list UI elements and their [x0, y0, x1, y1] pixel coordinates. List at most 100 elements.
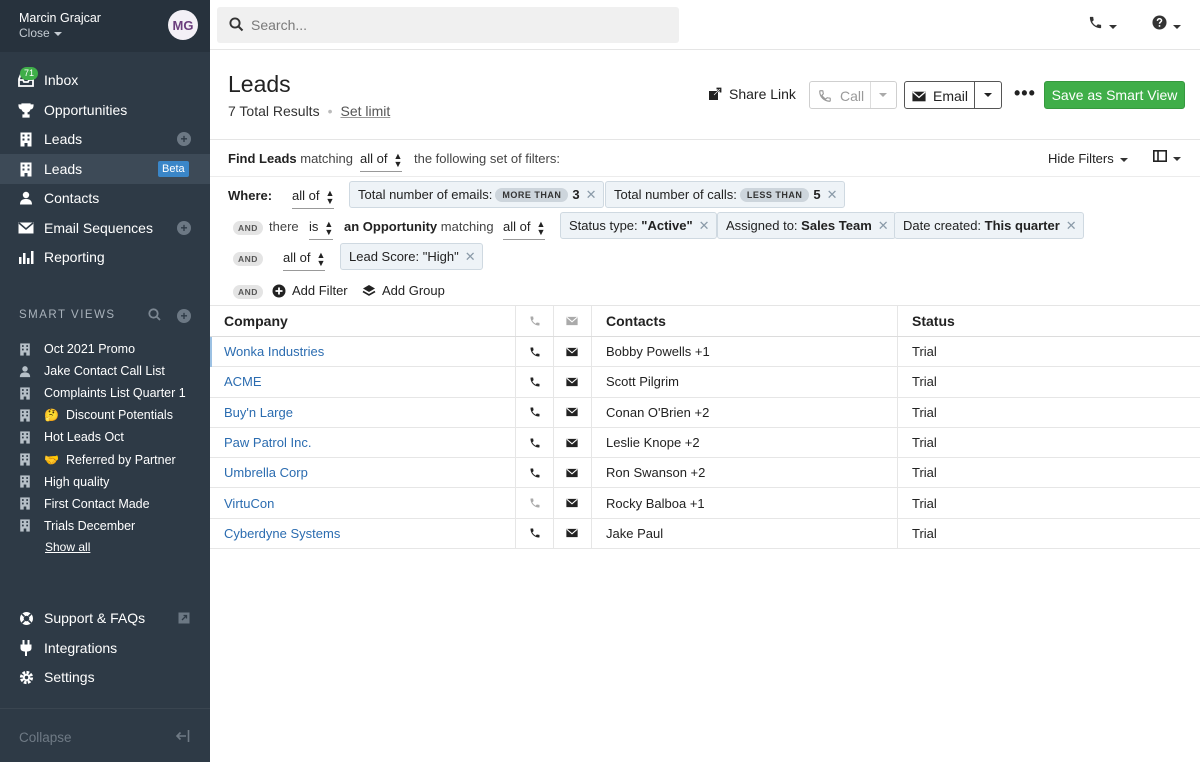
collapse-arrow-icon[interactable] [175, 729, 190, 746]
more-options-icon[interactable]: ••• [1014, 84, 1036, 102]
smart-view-item[interactable]: Complaints List Quarter 1 [19, 382, 204, 404]
company-link[interactable]: Buy'n Large [224, 405, 293, 420]
call-dropdown-caret-icon[interactable] [879, 93, 887, 97]
sidebar-item-label: Inbox [44, 72, 79, 88]
table-row[interactable]: Paw Patrol Inc. Leslie Knope +2 Trial [210, 427, 1200, 459]
company-link[interactable]: Umbrella Corp [224, 465, 308, 480]
add-group-button[interactable]: Add Group [362, 283, 445, 298]
filter-chip-assigned-to[interactable]: Assigned to: Sales Team ✕ [717, 212, 896, 239]
filter-chip-date-created[interactable]: Date created: This quarter ✕ [894, 212, 1084, 239]
smart-view-item[interactable]: 🤝 Referred by Partner [19, 449, 204, 471]
sidebar-item-leads[interactable]: Leads + [0, 124, 210, 154]
where-match-select[interactable]: all of ▲ ▼ [292, 187, 335, 209]
smart-view-item[interactable]: Jake Contact Call List [19, 360, 204, 382]
column-header-status[interactable]: Status [912, 306, 1192, 336]
smart-view-item[interactable]: 🤔 Discount Potentials [19, 404, 204, 426]
building-icon [20, 387, 30, 400]
call-lead-button[interactable] [516, 519, 554, 548]
filter-chip-calls[interactable]: Total number of calls: LESS THAN 5 ✕ [605, 181, 845, 208]
sidebar-item-contacts[interactable]: Contacts [0, 183, 210, 213]
call-lead-button[interactable] [516, 428, 554, 457]
company-link[interactable]: Cyberdyne Systems [224, 526, 340, 541]
set-limit-link[interactable]: Set limit [340, 103, 390, 119]
sidebar-item-reporting[interactable]: Reporting [0, 242, 210, 272]
email-lead-button[interactable] [553, 398, 591, 427]
email-lead-button[interactable] [553, 458, 591, 487]
remove-filter-icon[interactable]: ✕ [699, 218, 710, 234]
search-input[interactable] [251, 7, 671, 43]
email-lead-button[interactable] [553, 428, 591, 457]
email-dropdown-caret-icon[interactable] [984, 93, 992, 97]
collapse-sidebar-button[interactable]: Collapse [19, 730, 72, 745]
column-header-company[interactable]: Company [224, 306, 514, 336]
email-lead-button[interactable] [553, 519, 591, 548]
sidebar-item-email-sequences[interactable]: Email Sequences + [0, 213, 210, 243]
call-lead-button[interactable] [516, 337, 554, 366]
search-box[interactable] [217, 7, 679, 43]
company-link[interactable]: Wonka Industries [224, 344, 324, 359]
add-filter-button[interactable]: Add Filter [272, 283, 348, 298]
match-mode-select[interactable]: all of ▲ ▼ [360, 151, 403, 172]
table-row[interactable]: VirtuCon Rocky Balboa +1 Trial [210, 488, 1200, 519]
opportunity-match-select[interactable]: all of ▲ ▼ [503, 219, 546, 240]
company-link[interactable]: VirtuCon [224, 496, 274, 511]
email-button[interactable]: Email [904, 81, 1002, 109]
sidebar-item-settings[interactable]: Settings [0, 662, 210, 692]
remove-filter-icon[interactable]: ✕ [878, 218, 889, 234]
sidebar-item-integrations[interactable]: Integrations [0, 633, 210, 663]
where-label: Where: [228, 188, 273, 203]
email-lead-button[interactable] [553, 488, 591, 517]
smart-view-item[interactable]: Trials December [19, 515, 204, 537]
column-layout-toggle[interactable] [1153, 150, 1181, 165]
column-header-email[interactable] [553, 306, 591, 336]
filter-chip-lead-score[interactable]: Lead Score: "High" ✕ [340, 243, 483, 270]
sidebar-item-support[interactable]: Support & FAQs [0, 603, 210, 633]
table-row[interactable]: Cyberdyne Systems Jake Paul Trial [210, 518, 1200, 550]
add-sequence-plus-icon[interactable]: + [177, 221, 191, 235]
remove-filter-icon[interactable]: ✕ [586, 187, 597, 203]
help-menu[interactable] [1152, 15, 1181, 33]
table-row[interactable]: Buy'n Large Conan O'Brien +2 Trial [210, 397, 1200, 428]
smart-view-item[interactable]: High quality [19, 471, 204, 493]
hide-filters-button[interactable]: Hide Filters [1048, 151, 1128, 166]
org-switcher[interactable]: Close [19, 26, 62, 40]
search-smart-views-icon[interactable] [148, 308, 161, 324]
call-lead-button[interactable] [516, 367, 554, 396]
table-row[interactable]: Wonka Industries Bobby Powells +1 Trial [210, 337, 1200, 368]
is-select[interactable]: is ▲ ▼ [309, 219, 334, 240]
smart-view-item[interactable]: Oct 2021 Promo [19, 338, 204, 360]
email-lead-button[interactable] [553, 337, 591, 366]
add-smart-view-plus-icon[interactable]: + [177, 309, 191, 323]
company-cell: Buy'n Large [224, 398, 514, 427]
group-match-select[interactable]: all of ▲ ▼ [283, 250, 326, 271]
share-link-button[interactable]: Share Link [708, 86, 796, 102]
smart-view-item[interactable]: First Contact Made [19, 493, 204, 515]
sort-updown-icon: ▲ ▼ [325, 187, 335, 206]
filter-chip-emails[interactable]: Total number of emails: MORE THAN 3 ✕ [349, 181, 604, 208]
call-button[interactable]: Call [809, 81, 897, 109]
company-link[interactable]: Paw Patrol Inc. [224, 435, 311, 450]
email-lead-button[interactable] [553, 367, 591, 396]
column-header-contacts[interactable]: Contacts [606, 306, 896, 336]
company-link[interactable]: ACME [224, 374, 262, 389]
phone-menu[interactable] [1088, 15, 1117, 33]
table-row[interactable]: ACME Scott Pilgrim Trial [210, 367, 1200, 398]
remove-filter-icon[interactable]: ✕ [465, 249, 476, 265]
table-row[interactable]: Umbrella Corp Ron Swanson +2 Trial [210, 458, 1200, 489]
filter-chip-status-type[interactable]: Status type: "Active" ✕ [560, 212, 717, 239]
show-all-link[interactable]: Show all [45, 540, 90, 554]
call-lead-button[interactable] [516, 458, 554, 487]
email-label: Email [933, 88, 969, 104]
avatar[interactable]: MG [168, 10, 198, 40]
save-as-smart-view-button[interactable]: Save as Smart View [1044, 81, 1185, 109]
call-lead-button[interactable] [516, 398, 554, 427]
sidebar-item-opportunities[interactable]: Opportunities [0, 95, 210, 125]
call-lead-button[interactable] [516, 488, 554, 517]
remove-filter-icon[interactable]: ✕ [827, 187, 838, 203]
column-header-phone[interactable] [516, 306, 554, 336]
account-header[interactable]: Marcin Grajcar Close MG [0, 0, 210, 52]
smart-view-item[interactable]: Hot Leads Oct [19, 426, 204, 448]
remove-filter-icon[interactable]: ✕ [1066, 218, 1077, 234]
add-lead-plus-icon[interactable]: + [177, 132, 191, 146]
sidebar-item-leads-beta[interactable]: Leads Beta [0, 154, 210, 184]
